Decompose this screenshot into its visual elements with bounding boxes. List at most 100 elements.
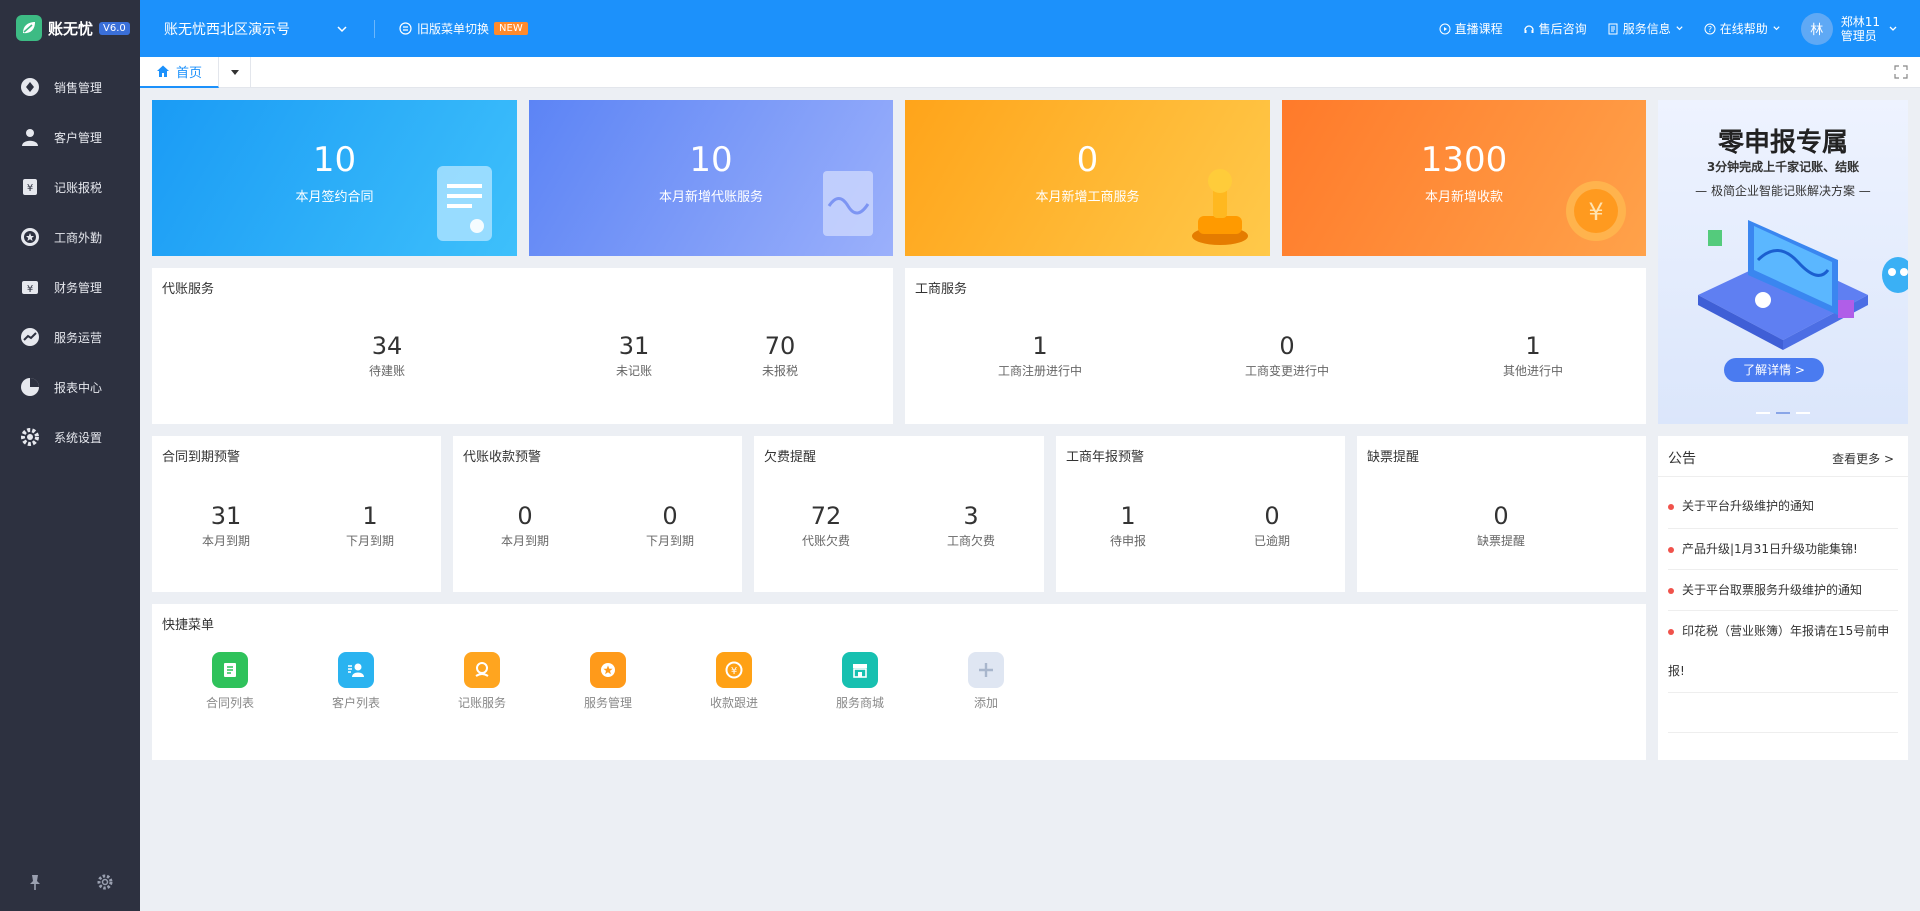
metric-registration[interactable]: 1 工商注册进行中 (975, 332, 1105, 379)
online-help-menu[interactable]: ? 在线帮助 (1704, 20, 1781, 37)
quick-label: 客户列表 (331, 696, 380, 710)
sidebar-item-settings[interactable]: 系统设置 (0, 412, 140, 462)
quick-service-mall[interactable]: 服务商城 (820, 652, 900, 711)
sidebar-item-label: 工商外勤 (54, 230, 103, 245)
stat-card-business[interactable]: 0 本月新增工商服务 (905, 100, 1270, 256)
view-more-link[interactable]: 查看更多 > (1832, 450, 1894, 467)
metric-this-month[interactable]: 31 本月到期 (186, 502, 266, 549)
metric-value: 0 (517, 502, 533, 530)
quick-label: 收款跟进 (709, 696, 758, 710)
metric-unrecorded[interactable]: 31 未记账 (594, 332, 674, 379)
sidebar-item-customers[interactable]: 客户管理 (0, 112, 140, 162)
stat-card-bookkeeping[interactable]: 10 本月新增代账服务 (529, 100, 893, 256)
document-icon (1608, 23, 1618, 34)
metric-bookkeeping-arrears[interactable]: 72 代账欠费 (786, 502, 866, 549)
user-role: 管理员 (1840, 28, 1877, 43)
metric-other[interactable]: 1 其他进行中 (1468, 332, 1598, 379)
chevron-down-icon (1676, 26, 1683, 31)
quick-customer-list[interactable]: 客户列表 (316, 652, 396, 711)
sidebar-item-label: 财务管理 (54, 280, 103, 295)
sidebar-item-sales[interactable]: 销售管理 (0, 62, 140, 112)
sidebar-item-operations[interactable]: 服务运营 (0, 312, 140, 362)
notice-text-continued: 报! (1668, 664, 1685, 678)
notice-item[interactable]: 关于平台升级维护的通知 (1668, 488, 1898, 529)
metric-label: 工商注册进行中 (997, 364, 1082, 378)
promo-banner[interactable]: 零申报专属 3分钟完成上千家记账、结账 — 极简企业智能记账解决方案 — 了解详… (1658, 100, 1908, 424)
svg-text:¥: ¥ (731, 666, 737, 677)
notice-item[interactable]: 关于平台取票服务升级维护的通知 (1668, 570, 1898, 611)
switch-icon (399, 22, 412, 35)
quick-label: 服务商城 (835, 696, 884, 710)
metric-pending-report[interactable]: 1 待申报 (1088, 502, 1168, 549)
plus-icon (968, 652, 1004, 688)
live-course-link[interactable]: 直播课程 (1439, 20, 1503, 37)
promo-subtitle: 3分钟完成上千家记账、结账 (1706, 160, 1860, 174)
metric-this-month[interactable]: 0 本月到期 (485, 502, 565, 549)
metric-pending-setup[interactable]: 34 待建账 (347, 332, 427, 379)
sidebar-item-reports[interactable]: 报表中心 (0, 362, 140, 412)
user-menu[interactable]: 林 郑林11 管理员 (1800, 12, 1898, 45)
quick-service-management[interactable]: 服务管理 (568, 652, 648, 711)
ledger-icon: ¥ (23, 179, 37, 195)
tab-home[interactable]: 首页 (140, 56, 220, 88)
stat-card-contracts[interactable]: 10 本月签约合同 (152, 100, 517, 256)
quick-label: 服务管理 (583, 696, 632, 710)
metric-value: 34 (371, 332, 403, 360)
stat-card-collection[interactable]: ¥ 1300 本月新增收款 (1282, 100, 1646, 256)
caret-down-icon (230, 70, 239, 75)
promo-cta-button[interactable]: 了解详情 > (1724, 358, 1824, 382)
card-title: 缺票提醒 (1367, 450, 1420, 465)
metric-label: 待建账 (368, 364, 405, 378)
chevron-down-icon (1889, 26, 1897, 31)
support-link[interactable]: 售后咨询 (1523, 20, 1587, 37)
sidebar-item-bookkeeping[interactable]: ¥ 记账报税 (0, 162, 140, 212)
quick-contract-list[interactable]: 合同列表 (190, 652, 270, 711)
metric-change[interactable]: 0 工商变更进行中 (1222, 332, 1352, 379)
org-selector[interactable]: 账无忧西北区演示号 (164, 19, 374, 39)
annual-report-alert-card: 工商年报预警 1 待申报 0 已逾期 (1056, 436, 1345, 592)
help-icon: ? (1704, 23, 1716, 34)
fullscreen-icon[interactable] (1894, 65, 1908, 79)
svg-text:¥: ¥ (27, 183, 33, 194)
metric-business-arrears[interactable]: 3 工商欠费 (931, 502, 1011, 549)
quick-collection-followup[interactable]: ¥ 收款跟进 (694, 652, 774, 711)
quick-add[interactable]: 添加 (946, 652, 1026, 711)
metric-missing-invoice[interactable]: 0 缺票提醒 (1461, 502, 1541, 549)
bookkeeping-service-icon (464, 652, 500, 688)
metric-label: 未记账 (615, 364, 652, 378)
chevron-down-icon (1773, 26, 1780, 31)
quick-label: 添加 (973, 696, 998, 710)
stat-label: 本月签约合同 (295, 190, 374, 205)
sidebar-footer (0, 873, 140, 891)
metric-label: 本月到期 (500, 534, 549, 548)
sidebar-item-field[interactable]: 工商外勤 (0, 212, 140, 262)
finance-icon: ¥ (22, 281, 38, 295)
leaf-logo-icon (16, 15, 42, 41)
metric-value: 0 (1493, 502, 1509, 530)
service-info-menu[interactable]: 服务信息 (1607, 20, 1684, 37)
live-course-label: 直播课程 (1454, 22, 1503, 36)
brand-logo[interactable]: 账无忧 V6.0 (0, 0, 140, 56)
pin-icon[interactable] (26, 873, 44, 891)
notice-text: 印花税（营业账簿）年报请在15号前申 (1682, 624, 1890, 638)
svg-text:¥: ¥ (27, 284, 33, 295)
metric-value: 1 (1120, 502, 1136, 530)
carousel-indicators[interactable] (1658, 412, 1908, 414)
metric-overdue[interactable]: 0 已逾期 (1232, 502, 1312, 549)
quick-bookkeeping-service[interactable]: 记账服务 (442, 652, 522, 711)
customer-list-icon (338, 652, 374, 688)
notice-item[interactable]: 印花税（营业账簿）年报请在15号前申 报! (1668, 611, 1898, 693)
sidebar-item-finance[interactable]: ¥ 财务管理 (0, 262, 140, 312)
notice-item-empty (1668, 693, 1898, 733)
settings-gear-icon[interactable] (96, 873, 114, 891)
old-menu-switch[interactable]: 旧版菜单切换 NEW (399, 20, 528, 37)
notice-item[interactable]: 产品升级|1月31日升级功能集锦! (1668, 529, 1898, 570)
metric-next-month[interactable]: 0 下月到期 (630, 502, 710, 549)
svg-text:?: ? (1708, 25, 1712, 34)
tab-dropdown[interactable] (219, 56, 252, 88)
metric-unfiled[interactable]: 70 未报税 (740, 332, 820, 379)
contract-expiry-card: 合同到期预警 31 本月到期 1 下月到期 (152, 436, 441, 592)
metric-value: 0 (1279, 332, 1295, 360)
metric-next-month[interactable]: 1 下月到期 (330, 502, 410, 549)
isometric-laptop-illustration (1698, 220, 1868, 350)
